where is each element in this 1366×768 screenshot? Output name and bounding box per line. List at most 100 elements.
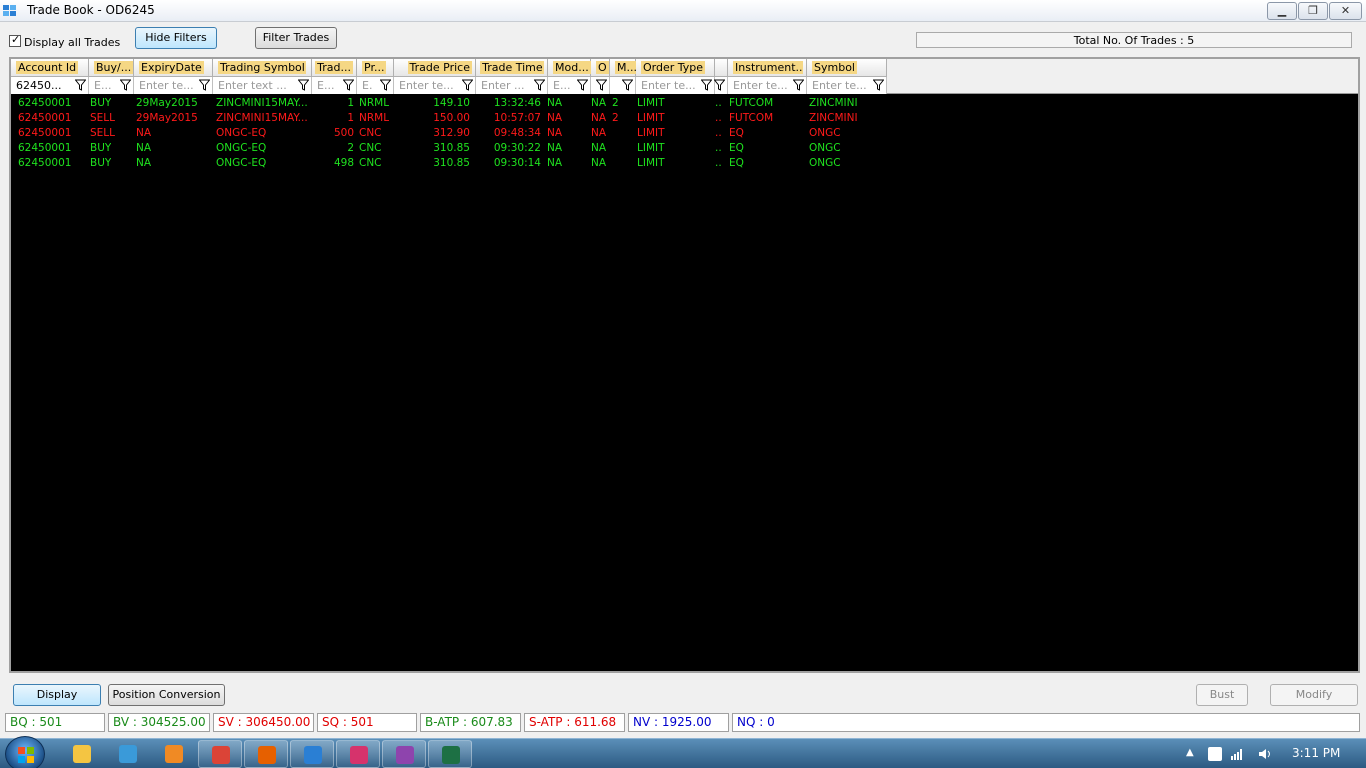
filter-cell-product[interactable]: E. [357,77,394,94]
column-header-account[interactable]: Account Id [11,59,89,77]
filter-cell-symbol[interactable]: Enter text ... [213,77,312,94]
column-header-instrument[interactable]: Instrument... [728,59,807,77]
filter-funnel-icon[interactable] [379,79,392,91]
title-bar: Trade Book - OD6245 ▁ ❐ ✕ [0,0,1366,22]
taskbar-clock[interactable]: 3:11 PM [1292,746,1340,760]
filter-trades-button[interactable]: Filter Trades [255,27,337,49]
cell-symbol: ONGC-EQ [216,127,267,139]
table-row[interactable]: 62450001 SELL 29May2015 ZINCMINI15MAY... 1 NR… [11,111,891,126]
cell-qty: 498 [333,157,354,169]
start-button[interactable] [5,736,45,768]
column-header-m[interactable]: M... [610,59,638,77]
close-button[interactable]: ✕ [1329,2,1362,20]
filter-input-product[interactable]: E. [362,79,372,92]
taskbar-item-media-player[interactable] [152,740,196,768]
filter-cell-qty[interactable]: E... [312,77,357,94]
trade-grid[interactable]: Account Id Buy/... ExpiryDate Trading Symbo… [9,57,1360,673]
taskbar-item-chrome[interactable] [198,740,242,768]
column-header-ordertype[interactable]: Order Type [636,59,715,77]
filter-cell-time[interactable]: Enter ... [476,77,548,94]
filter-input-price[interactable]: Enter te... [399,79,454,92]
filter-funnel-icon[interactable] [621,79,634,91]
column-header-label: Trading Symbol [218,61,307,74]
taskbar-item-trading-app[interactable] [290,740,334,768]
filter-cell-extra[interactable] [713,77,728,94]
filter-input-ordertype[interactable]: Enter te... [641,79,696,92]
column-header-time[interactable]: Trade Time [476,59,548,77]
show-hidden-icons-icon[interactable]: ▲ [1186,747,1200,761]
filter-input-time[interactable]: Enter ... [481,79,525,92]
action-center-flag-icon[interactable] [1208,747,1222,761]
taskbar-item-firefox[interactable] [244,740,288,768]
column-header-o[interactable]: O [591,59,610,77]
filter-input-symbol[interactable]: Enter text ... [218,79,287,92]
column-header-expiry[interactable]: ExpiryDate [134,59,213,77]
bust-button[interactable]: Bust [1196,684,1248,706]
close-icon: ✕ [1340,4,1351,17]
filter-cell-instrument[interactable]: Enter te... [728,77,807,94]
filter-cell-o[interactable] [591,77,610,94]
cell-time: 09:30:22 [493,142,541,154]
column-header-qty[interactable]: Trad... [312,59,357,77]
filter-funnel-icon[interactable] [461,79,474,91]
filter-input-instrument[interactable]: Enter te... [733,79,788,92]
volume-icon[interactable] [1258,747,1272,761]
taskbar-item-explorer[interactable] [60,740,104,768]
column-header-buysell[interactable]: Buy/... [89,59,134,77]
filter-input-qty[interactable]: E... [317,79,334,92]
cell-price: 310.85 [433,157,470,169]
filter-cell-account[interactable]: 62450... [11,77,89,94]
hide-filters-button[interactable]: Hide Filters [135,27,217,49]
filter-cell-buysell[interactable]: E... [89,77,134,94]
column-header-symbol[interactable]: Trading Symbol [213,59,312,77]
column-header-label: Buy/... [94,61,134,74]
table-row[interactable]: 62450001 BUY NA ONGC-EQ 2 CNC 310.85 09:30:22 NA… [11,141,891,156]
filter-funnel-icon[interactable] [700,79,713,91]
column-header-mode[interactable]: Mod... [548,59,591,77]
taskbar-item-app[interactable] [336,740,380,768]
column-header-price[interactable]: Trade Price [394,59,476,77]
display-all-trades-checkbox[interactable] [9,33,21,47]
maximize-button[interactable]: ❐ [1298,2,1328,20]
modify-button[interactable]: Modify [1270,684,1358,706]
filter-input-sym[interactable]: Enter te... [812,79,867,92]
filter-funnel-icon[interactable] [297,79,310,91]
filter-cell-ordertype[interactable]: Enter te... [636,77,715,94]
display-button[interactable]: Display [13,684,101,706]
column-header-sym[interactable]: Symbol [807,59,887,77]
taskbar-item-excel[interactable] [428,740,472,768]
table-row[interactable]: 62450001 SELL NA ONGC-EQ 500 CNC 312.90 09:48:3… [11,126,891,141]
minimize-button[interactable]: ▁ [1267,2,1297,20]
filter-cell-price[interactable]: Enter te... [394,77,476,94]
taskbar-item-ie[interactable] [106,740,150,768]
column-header-extra[interactable] [715,59,728,77]
taskbar-item-prism[interactable] [382,740,426,768]
filter-cell-m[interactable] [610,77,636,94]
filter-funnel-icon[interactable] [342,79,355,91]
filter-cell-sym[interactable]: Enter te... [807,77,887,94]
filter-funnel-icon[interactable] [74,79,87,91]
filter-cell-expiry[interactable]: Enter te... [134,77,213,94]
table-row[interactable]: 62450001 BUY NA ONGC-EQ 498 CNC 310.85 09:30:14… [11,156,891,171]
cell-time: 13:32:46 [493,97,541,109]
filter-funnel-icon[interactable] [792,79,805,91]
filter-funnel-icon[interactable] [595,79,608,91]
filter-funnel-icon[interactable] [198,79,211,91]
filter-funnel-icon[interactable] [119,79,132,91]
status-sq: SQ : 501 [317,713,417,732]
network-icon[interactable] [1230,747,1244,761]
cell-expiry: NA [136,127,152,139]
column-header-product[interactable]: Pr... [357,59,394,77]
filter-cell-mode[interactable]: E... [548,77,591,94]
position-conversion-button[interactable]: Position Conversion [108,684,225,706]
filter-funnel-icon[interactable] [576,79,589,91]
filter-input-expiry[interactable]: Enter te... [139,79,194,92]
filter-input-account[interactable]: 62450... [16,79,61,92]
filter-input-buysell[interactable]: E... [94,79,111,92]
filter-input-mode[interactable]: E... [553,79,570,92]
cell-extra: .. [715,112,722,124]
filter-funnel-icon[interactable] [533,79,546,91]
table-row[interactable]: 62450001 BUY 29May2015 ZINCMINI15MAY... 1 NRM… [11,96,891,111]
filter-funnel-icon[interactable] [872,79,885,91]
filter-funnel-icon[interactable] [713,79,726,91]
